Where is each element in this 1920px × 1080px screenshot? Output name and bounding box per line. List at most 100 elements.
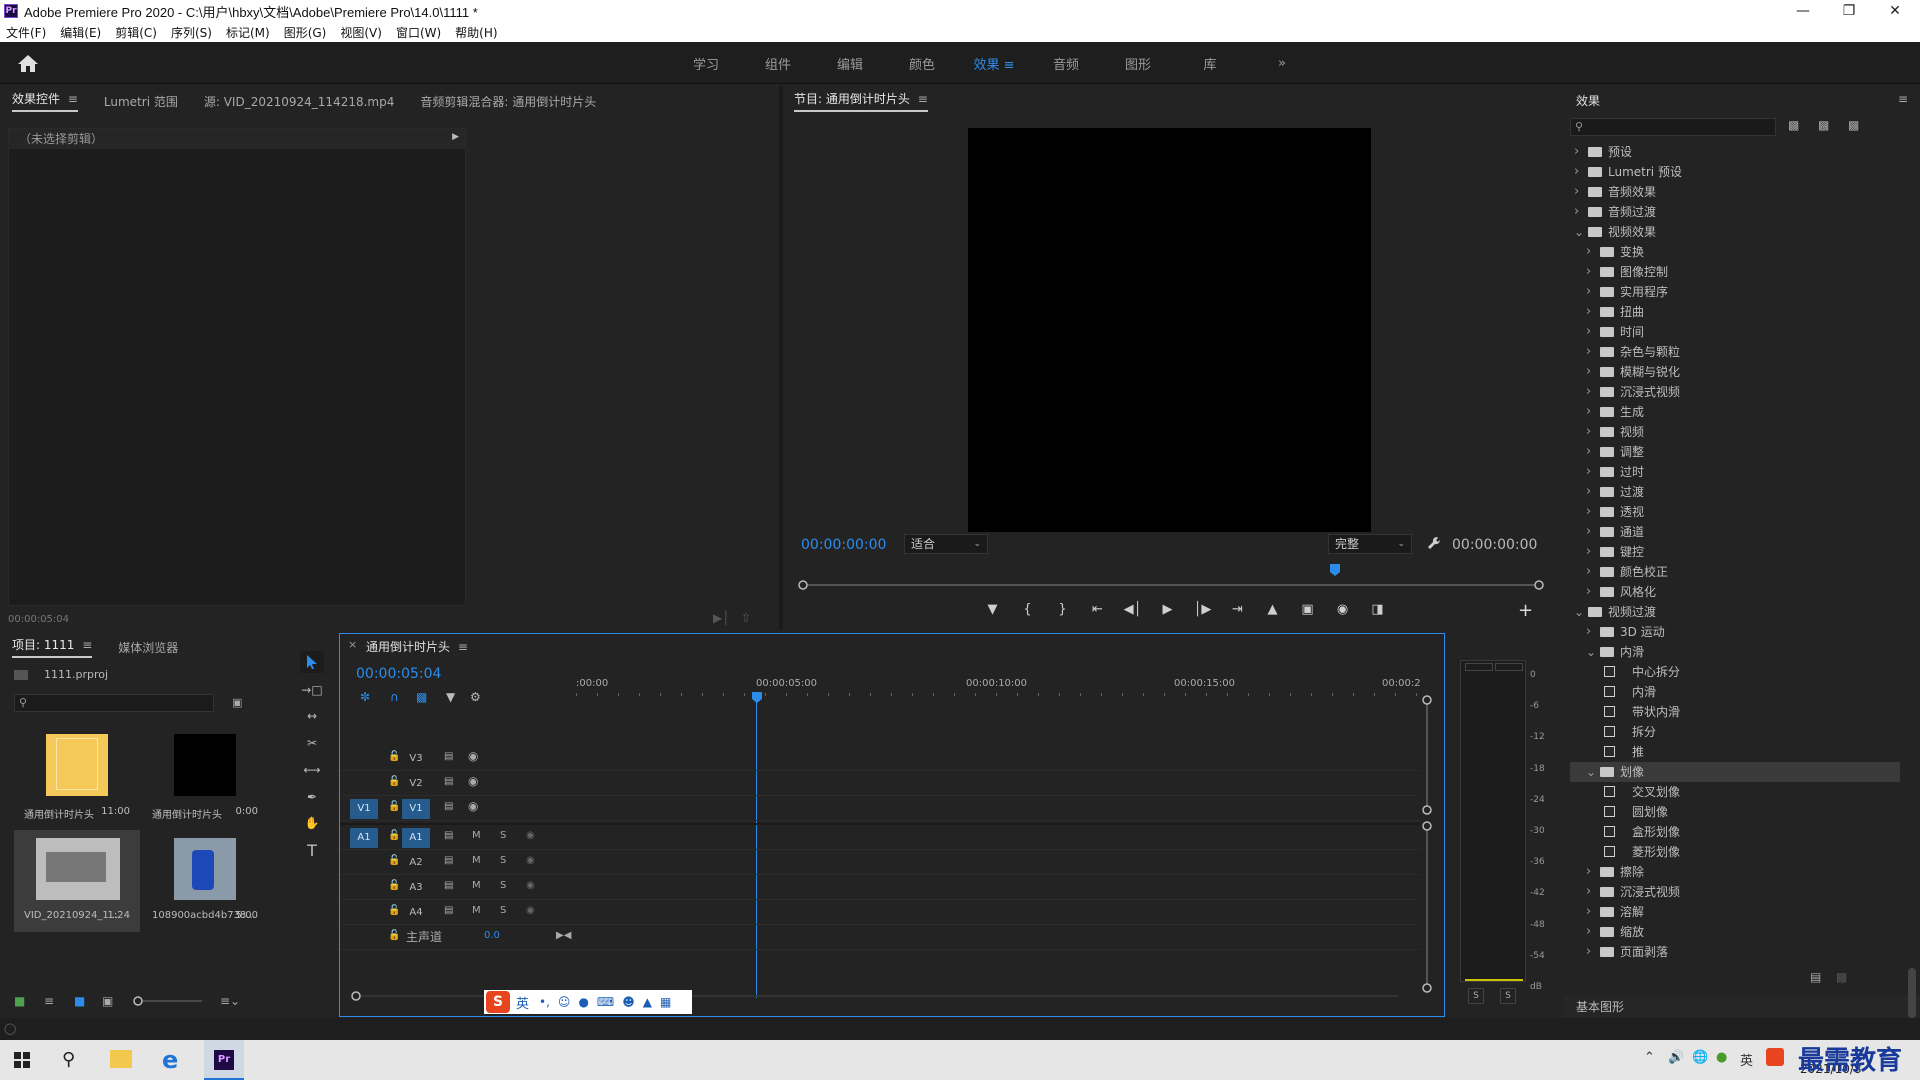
chevron-right-icon[interactable]: › [1586, 342, 1591, 362]
track-a4[interactable]: 🔓 A4 ▤ M S ◉ [340, 901, 1420, 925]
linked-selection-icon[interactable]: ▩ [416, 690, 427, 704]
keyboard-icon[interactable]: ⌨ [597, 995, 614, 1009]
playhead-timecode[interactable]: 00:00:00:00 [801, 537, 886, 553]
effect-folder[interactable]: › 风格化 [1570, 582, 1900, 602]
menu-graphics[interactable]: 图形(G) [284, 24, 327, 41]
timeline-settings-icon[interactable]: ⚙ [470, 690, 481, 704]
mute-button[interactable]: M [472, 880, 481, 891]
punctuation-icon[interactable]: •, [539, 995, 550, 1009]
chevron-right-icon[interactable]: › [1586, 582, 1591, 602]
edge-browser-icon[interactable]: e [162, 1046, 178, 1074]
menu-icon[interactable]: ≡ [458, 640, 468, 654]
effect-folder[interactable]: › 图像控制 [1570, 262, 1900, 282]
search-icon[interactable]: ⚲ [62, 1049, 75, 1070]
toggle-sync-lock-icon[interactable]: ▤ [444, 830, 453, 841]
mark-out-icon[interactable]: } [1045, 598, 1080, 620]
type-tool-icon[interactable]: T [300, 839, 324, 861]
eye-icon[interactable]: ◉ [468, 799, 478, 813]
effect-folder[interactable]: › 杂色与颗粒 [1570, 342, 1900, 362]
chevron-right-icon[interactable]: › [1586, 402, 1591, 422]
menu-help[interactable]: 帮助(H) [455, 24, 497, 41]
chevron-right-icon[interactable]: › [1586, 302, 1591, 322]
tab-project[interactable]: 项目: 1111 ≡ [12, 636, 92, 658]
track-a1[interactable]: A1 🔓 A1 ▤ M S ◉ [340, 826, 1420, 850]
lock-icon[interactable]: 🔓 [388, 830, 400, 841]
menu-icon[interactable]: ≡ [1004, 58, 1015, 73]
program-scrub-bar[interactable] [798, 580, 1544, 590]
step-forward-icon[interactable]: │▶ [1185, 598, 1220, 620]
track-label[interactable]: V1 [402, 799, 430, 819]
program-video-frame[interactable] [968, 128, 1371, 532]
add-button-icon[interactable]: + [1518, 600, 1533, 621]
master-volume[interactable]: 0.0 [484, 930, 500, 941]
chevron-right-icon[interactable]: › [1586, 942, 1591, 962]
microphone-icon[interactable]: ◉ [526, 830, 535, 841]
chevron-right-icon[interactable]: › [1586, 482, 1591, 502]
zoom-slider[interactable] [132, 996, 204, 1006]
time-ruler[interactable]: :00:00 00:00:05:00 00:00:10:00 00:00:15:… [576, 674, 1432, 696]
chevron-down-icon[interactable]: ⌄ [1586, 762, 1596, 782]
solo-left-button[interactable]: S [1468, 988, 1484, 1004]
chevron-right-icon[interactable]: › [1586, 862, 1591, 882]
essential-graphics-tab[interactable]: 基本图形 [1576, 998, 1624, 1015]
wrench-icon[interactable] [1426, 535, 1442, 551]
chevron-down-icon[interactable]: ⌄ [1574, 602, 1584, 622]
toggle-sync-lock-icon[interactable]: ▤ [444, 801, 453, 812]
effect-folder[interactable]: › 透视 [1570, 502, 1900, 522]
tray-ime-indicator[interactable]: 英 [1740, 1050, 1753, 1069]
effect-folder[interactable]: › 音频过渡 [1570, 202, 1900, 222]
toggle-sync-lock-icon[interactable]: ▤ [444, 880, 453, 891]
go-to-end-icon[interactable]: ▶◀ [556, 930, 571, 941]
tab-effect-controls[interactable]: 效果控件 ≡ [12, 90, 78, 112]
lock-icon[interactable]: 🔓 [388, 855, 400, 866]
solo-button[interactable]: S [500, 830, 506, 841]
workspace-tab-learn[interactable]: 学习 [670, 54, 742, 73]
effect-folder[interactable]: › Lumetri 预设 [1570, 162, 1900, 182]
comparison-view-icon[interactable]: ◨ [1360, 598, 1395, 620]
chevron-right-icon[interactable]: › [1586, 382, 1591, 402]
effect-folder[interactable]: › 时间 [1570, 322, 1900, 342]
extract-icon[interactable]: ▣ [1290, 598, 1325, 620]
microphone-icon[interactable]: ◉ [526, 880, 535, 891]
nest-sequence-icon[interactable]: ✼ [360, 690, 370, 704]
track-v1[interactable]: V1 🔓 V1 ▤ ◉ [340, 797, 1420, 821]
effect-folder[interactable]: ⌄ 视频过渡 [1570, 602, 1900, 622]
workspace-tab-assembly[interactable]: 组件 [742, 54, 814, 73]
menu-icon[interactable]: ≡ [82, 638, 92, 652]
effect-folder[interactable]: › 沉浸式视频 [1570, 382, 1900, 402]
effect-folder[interactable]: ⌄ 视频效果 [1570, 222, 1900, 242]
effect-folder[interactable]: › 过时 [1570, 462, 1900, 482]
close-icon[interactable]: ✕ [1872, 0, 1918, 22]
effect-folder[interactable]: ⌄ 划像 [1570, 762, 1900, 782]
workspace-tab-editing[interactable]: 编辑 [814, 54, 886, 73]
source-patch-a1[interactable]: A1 [350, 828, 378, 848]
chevron-right-icon[interactable]: › [1586, 542, 1591, 562]
track-label[interactable]: A1 [402, 828, 430, 848]
new-bin-icon[interactable]: ▣ [232, 696, 242, 709]
effect-folder[interactable]: › 键控 [1570, 542, 1900, 562]
eye-icon[interactable]: ◉ [468, 749, 478, 763]
tab-source-monitor[interactable]: 源: VID_20210924_114218.mp4 [204, 93, 395, 110]
effect-folder[interactable]: › 沉浸式视频 [1570, 882, 1900, 902]
tab-lumetri-scopes[interactable]: Lumetri 范围 [104, 93, 178, 110]
tab-audio-clip-mixer[interactable]: 音频剪辑混合器: 通用倒计时片头 [420, 93, 596, 110]
effect-folder[interactable]: › 溶解 [1570, 902, 1900, 922]
effect-folder[interactable]: › 缩放 [1570, 922, 1900, 942]
chevron-right-icon[interactable]: › [1586, 562, 1591, 582]
effect-folder[interactable]: › 调整 [1570, 442, 1900, 462]
panel-divider[interactable] [779, 86, 783, 630]
menu-sequence[interactable]: 序列(S) [171, 24, 212, 41]
eye-icon[interactable]: ◉ [468, 774, 478, 788]
sort-icon[interactable]: ≡⌄ [220, 994, 240, 1008]
effect-folder[interactable]: › 音频效果 [1570, 182, 1900, 202]
tab-media-browser[interactable]: 媒体浏览器 [118, 639, 178, 656]
playback-resolution-select[interactable]: 完整 ⌄ [1328, 534, 1412, 554]
lock-icon[interactable]: 🔓 [388, 905, 400, 916]
effect-folder[interactable]: › 视频 [1570, 422, 1900, 442]
effect-folder[interactable]: › 页面剥落 [1570, 942, 1900, 962]
chevron-right-icon[interactable]: › [1586, 362, 1591, 382]
tray-chevron-icon[interactable]: ⌃ [1644, 1050, 1655, 1065]
toggle-sync-lock-icon[interactable]: ▤ [444, 776, 453, 787]
menu-file[interactable]: 文件(F) [6, 24, 46, 41]
go-to-out-icon[interactable]: ⇥ [1220, 598, 1255, 620]
